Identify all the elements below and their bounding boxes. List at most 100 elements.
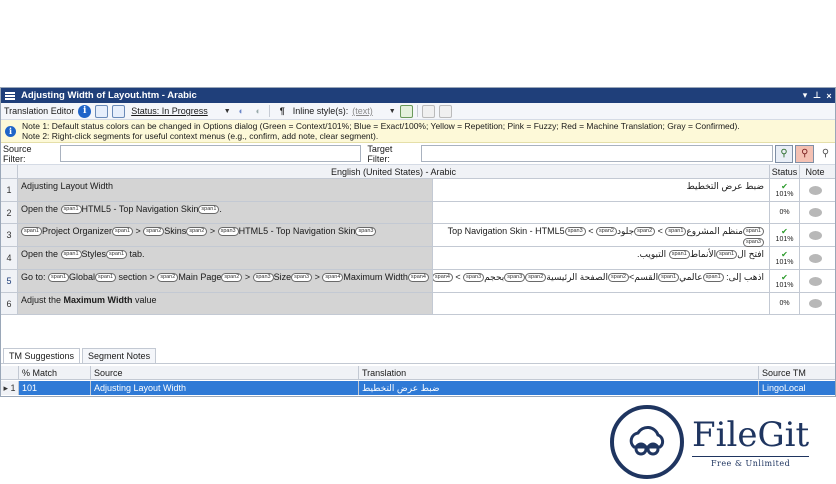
- tag-span1-close: span1: [665, 227, 687, 237]
- source-filter-input[interactable]: [59, 145, 362, 162]
- window-menu-icon[interactable]: [5, 91, 15, 100]
- target-filter-input[interactable]: [420, 145, 773, 162]
- paragraph-icon[interactable]: ¶: [280, 106, 285, 116]
- tag-span3-open: span3: [252, 273, 274, 283]
- chevron-down-icon[interactable]: ▼: [224, 108, 231, 115]
- note-cell[interactable]: [800, 179, 830, 201]
- logo-text: FileGit Free & Unlimited: [692, 416, 810, 468]
- note-cell[interactable]: [800, 224, 830, 246]
- segment-row[interactable]: 6 Adjust the Maximum Width value 0%: [1, 293, 835, 315]
- note-2: Note 2: Right-click segments for useful …: [22, 131, 379, 141]
- status-dropdown[interactable]: Status: In Progress: [131, 106, 208, 116]
- source-text: Global: [69, 272, 96, 282]
- tag-span4-open: span4: [433, 273, 453, 283]
- tm-suggestion-row[interactable]: ▸ 1 101 Adjusting Layout Width ضبط عرض ا…: [1, 381, 835, 395]
- source-text: value: [132, 295, 157, 305]
- clear-filter-icon[interactable]: ⚲: [795, 144, 815, 163]
- segment-row[interactable]: 2 Open the span1 HTML5 - Top Navigation S…: [1, 202, 835, 224]
- segment-row[interactable]: 1 Adjusting Layout Width ضبط عرض التخطيط…: [1, 179, 835, 202]
- tag-span3-close: span3: [463, 273, 485, 283]
- tm-row-indicator: ▸ 1: [1, 381, 19, 395]
- tag-span2-close: span2: [595, 227, 617, 237]
- target-cell[interactable]: span1منظم المشروعspan1 > span2جلودspan2 …: [433, 224, 770, 248]
- info-icon[interactable]: i: [78, 104, 92, 118]
- bottom-tabs: TM Suggestions Segment Notes: [1, 348, 835, 364]
- target-cell[interactable]: [433, 293, 770, 314]
- source-cell[interactable]: Adjust the Maximum Width value: [18, 293, 433, 314]
- advanced-filter-icon[interactable]: ⚲: [816, 144, 835, 163]
- target-cell[interactable]: [433, 202, 770, 223]
- source-text: Go to:: [21, 272, 49, 282]
- tm-table-header: % Match Source Translation Source TM: [1, 366, 835, 380]
- tag-span1-close: span1: [95, 273, 117, 283]
- target-cell[interactable]: ضبط عرض التخطيط: [433, 179, 770, 201]
- source-cell[interactable]: Open the span1 Styles span1 tab.: [18, 247, 433, 269]
- tag-span1-close: span1: [668, 250, 690, 260]
- tag-span1-close: span1: [112, 227, 134, 237]
- comment-icon[interactable]: [808, 208, 822, 217]
- check-icon: ✔: [781, 249, 788, 259]
- pin-icon[interactable]: ⊥: [811, 90, 823, 101]
- note-cell[interactable]: [800, 202, 830, 223]
- properties-icon[interactable]: [95, 104, 109, 118]
- target-text: منظم المشروع: [686, 226, 743, 236]
- status-cell: ✔ 101%: [770, 270, 800, 292]
- tab-segment-notes[interactable]: Segment Notes: [82, 348, 157, 363]
- target-text: الأنماط: [689, 249, 717, 259]
- source-text: Adjust the: [21, 295, 64, 305]
- note-cell[interactable]: [800, 247, 830, 269]
- source-cell[interactable]: Open the span1 HTML5 - Top Navigation Ski…: [18, 202, 433, 223]
- tag-span3-open: span3: [504, 273, 526, 283]
- note-cell[interactable]: [800, 270, 830, 292]
- target-text: التبويب.: [637, 249, 667, 259]
- source-text: >: [242, 272, 253, 282]
- target-text: ضبط عرض التخطيط: [686, 181, 764, 191]
- tag-span3-open: span3: [564, 227, 586, 237]
- dropdown-icon[interactable]: ▾: [799, 90, 811, 101]
- target-cell[interactable]: اذهب إلى: span1عالميspan1القسم>span2الصف…: [433, 270, 770, 292]
- search-filter-icon[interactable]: ⚲: [774, 144, 794, 163]
- insert-icon[interactable]: [399, 104, 413, 118]
- tag-span3-close: span3: [291, 273, 313, 283]
- segment-row[interactable]: 3 span1 Project Organizer span1 > span2 Ski…: [1, 224, 835, 248]
- segment-row[interactable]: 5 Go to: span1 Global span1 section > span…: [1, 270, 835, 293]
- comment-icon[interactable]: [808, 299, 822, 308]
- check-icon: ✔: [781, 226, 788, 236]
- copy-icon[interactable]: [421, 104, 435, 118]
- match-percent: 101%: [775, 235, 794, 243]
- tm-match-value: 101: [19, 381, 91, 395]
- note-cell[interactable]: [800, 293, 830, 314]
- source-cell[interactable]: span1 Project Organizer span1 > span2 Skins…: [18, 224, 433, 246]
- moon-icon[interactable]: ◐: [235, 105, 248, 118]
- tag-span1-close: span1: [658, 273, 680, 283]
- close-icon[interactable]: ×: [823, 91, 835, 101]
- comment-icon[interactable]: [808, 230, 822, 240]
- window-title: Adjusting Width of Layout.htm - Arabic: [21, 90, 197, 101]
- segment-grid-header: English (United States) - Arabic Status …: [1, 165, 835, 179]
- tag-span2-open: span2: [157, 273, 179, 283]
- grid-icon[interactable]: [438, 104, 452, 118]
- source-text: section >: [116, 272, 158, 282]
- segment-row[interactable]: 4 Open the span1 Styles span1 tab. افتح ال…: [1, 247, 835, 270]
- source-cell[interactable]: Adjusting Layout Width: [18, 179, 433, 201]
- tag-span1-open: span1: [716, 250, 738, 260]
- comment-icon[interactable]: [808, 276, 822, 286]
- notes-text: Note 1: Default status colors can be cha…: [22, 121, 740, 141]
- check-icon: ✔: [781, 272, 788, 282]
- source-text: Skins: [164, 226, 187, 236]
- source-text: Adjusting Layout Width: [21, 181, 114, 191]
- save-icon[interactable]: [112, 104, 126, 118]
- comment-icon[interactable]: [808, 253, 822, 263]
- tag-span1-open: span1: [21, 227, 42, 237]
- source-cell[interactable]: Go to: span1 Global span1 section > span2 M…: [18, 270, 433, 292]
- toggle-icon[interactable]: ◐: [252, 105, 265, 118]
- target-cell[interactable]: افتح الspan1الأنماطspan1 التبويب.: [433, 247, 770, 269]
- inline-styles-caret-icon[interactable]: ▼: [389, 108, 396, 115]
- comment-icon[interactable]: [808, 185, 822, 195]
- tab-tm-suggestions[interactable]: TM Suggestions: [3, 348, 81, 363]
- status-cell: ✔ 101%: [770, 247, 800, 269]
- inline-styles-value[interactable]: (text): [352, 106, 373, 116]
- filter-bar: Source Filter: Target Filter: ⚲ ⚲ ⚲: [1, 143, 835, 165]
- tag-span3-open: span3: [217, 227, 239, 237]
- tag-span3-close: span3: [355, 227, 377, 237]
